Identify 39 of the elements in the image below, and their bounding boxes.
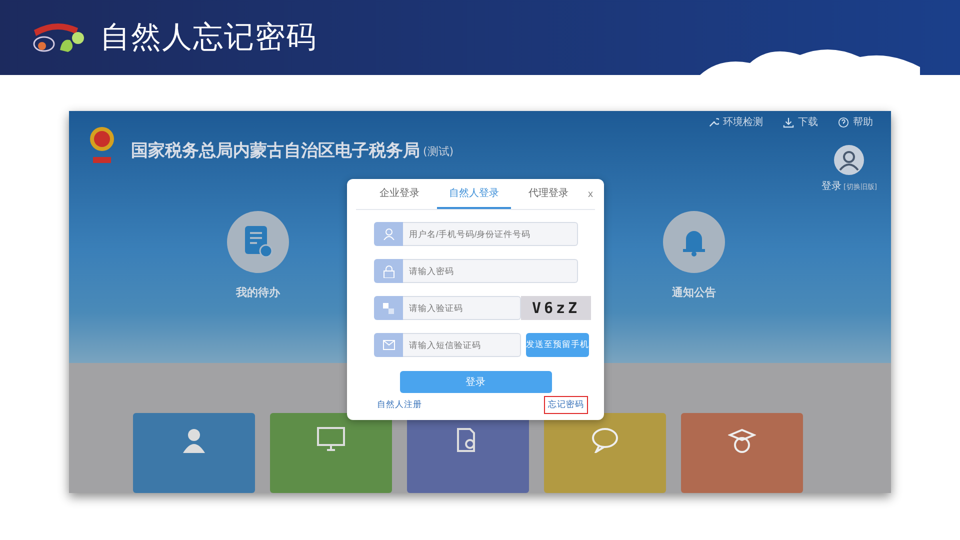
login-link[interactable]: 登录 [822, 179, 842, 193]
input-field[interactable]: 请输入验证码 [403, 296, 521, 320]
shortcut-label: 我的待办 [236, 285, 280, 300]
top-link[interactable]: 环境检测 [708, 115, 763, 129]
site-title-note: (测试) [423, 144, 454, 159]
checker-icon [383, 302, 394, 314]
service-tile[interactable] [270, 413, 392, 493]
captcha-image[interactable]: V6zZ [521, 296, 591, 320]
send-code-button[interactable]: 发送至预留手机 [526, 333, 589, 357]
login-tab[interactable]: 企业登录 [362, 179, 437, 209]
site-title: 国家税务总局内蒙古自治区电子税务局 [131, 140, 420, 162]
login-tab[interactable]: 自然人登录 [436, 179, 512, 209]
login-tab[interactable]: 代理登录 [511, 179, 586, 209]
close-button[interactable]: x [586, 188, 596, 200]
login-button[interactable]: 登录 [400, 371, 552, 393]
dialog-link[interactable]: 自然人注册 [373, 396, 426, 414]
input-field[interactable]: 用户名/手机号码/身份证件号码 [403, 222, 578, 246]
envelope-icon [382, 340, 394, 350]
dialog-link[interactable]: 忘记密码 [544, 396, 588, 414]
slide-title: 自然人忘记密码 [100, 19, 317, 57]
input-field[interactable]: 请输入密码 [403, 259, 578, 283]
top-link[interactable]: 帮助 [838, 115, 873, 129]
input-field[interactable]: 请输入短信验证码 [403, 333, 521, 357]
graduate-icon [728, 427, 756, 455]
service-tile[interactable] [681, 413, 803, 493]
help-icon [838, 116, 849, 128]
service-tile[interactable] [133, 413, 255, 493]
shortcut-label: 通知公告 [672, 285, 716, 300]
document-clock-icon [243, 225, 273, 259]
download-icon [783, 116, 794, 128]
emblem-icon [87, 125, 117, 165]
avatar-icon[interactable] [834, 145, 864, 175]
user-icon [382, 228, 394, 240]
lock-icon [382, 264, 394, 278]
person-icon [181, 427, 207, 453]
top-link[interactable]: 下载 [783, 115, 818, 129]
chat-icon [591, 427, 619, 453]
service-tile[interactable] [544, 413, 666, 493]
monitor-icon [317, 427, 345, 451]
